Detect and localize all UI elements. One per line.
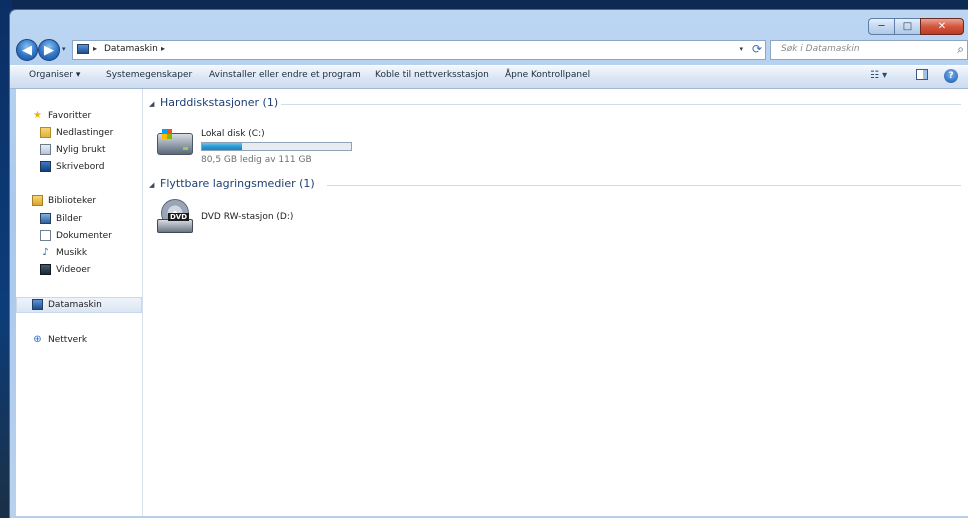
command-bar: Organiser ▾ Systemegenskaper Avinstaller… [10, 65, 968, 89]
explorer-window: ─ □ ✕ ◀ ▶ ▾ ▸ Datamaskin ▸ ▾ ⟳ Søk i Dat… [10, 10, 968, 518]
sidebar-item-label: Dokumenter [56, 231, 112, 241]
sidebar-item-music[interactable]: ♪ Musikk [16, 245, 142, 261]
search-input[interactable]: Søk i Datamaskin ⌕ [770, 40, 968, 60]
documents-icon [40, 230, 51, 241]
group-header-removable[interactable]: Flyttbare lagringsmedier (1) [160, 177, 315, 190]
sidebar-item-favorites[interactable]: ★ Favoritter [16, 108, 142, 124]
libraries-icon [32, 195, 43, 206]
sidebar-item-label: Videoer [56, 265, 91, 275]
computer-icon [32, 299, 43, 310]
file-list-pane: ◢ Harddiskstasjoner (1) Lokal disk (C:) … [143, 89, 968, 518]
sidebar-item-label: Nettverk [48, 335, 88, 345]
navigation-pane: ★ Favoritter Nedlastinger Nylig brukt Sk… [16, 89, 143, 518]
windows-logo-icon [162, 129, 172, 139]
change-view-icon[interactable]: ☷ ▾ [870, 70, 887, 81]
sidebar-item-label: Nylig brukt [56, 145, 106, 155]
sidebar-item-pictures[interactable]: Bilder [16, 211, 142, 227]
sidebar-item-documents[interactable]: Dokumenter [16, 228, 142, 244]
close-button[interactable]: ✕ [920, 18, 964, 35]
star-icon: ★ [33, 110, 42, 121]
sidebar-item-label: Bilder [56, 214, 83, 224]
recent-places-icon [40, 144, 51, 155]
computer-icon [77, 44, 89, 54]
drive-name: DVD RW-stasjon (D:) [201, 212, 294, 222]
address-bar[interactable]: ▸ Datamaskin ▸ ▾ ⟳ [72, 40, 766, 60]
drive-free-space: 80,5 GB ledig av 111 GB [201, 155, 312, 165]
back-button[interactable]: ◀ [16, 39, 38, 61]
sidebar-item-label: Biblioteker [48, 196, 97, 206]
search-placeholder: Søk i Datamaskin [781, 44, 860, 54]
arrow-right-icon: ▶ [44, 42, 54, 58]
sidebar-item-computer[interactable]: Datamaskin [16, 297, 142, 313]
pictures-icon [40, 213, 51, 224]
sidebar-item-label: Nedlastinger [56, 128, 114, 138]
minimize-button[interactable]: ─ [868, 18, 894, 35]
sidebar-item-downloads[interactable]: Nedlastinger [16, 125, 142, 141]
breadcrumb-computer[interactable]: Datamaskin [104, 44, 158, 54]
sidebar-item-network[interactable]: ⊕ Nettverk [16, 332, 142, 348]
preview-pane-icon[interactable] [916, 69, 928, 80]
refresh-icon[interactable]: ⟳ [752, 42, 762, 56]
caption-buttons: ─ □ ✕ [868, 18, 964, 35]
navigation-row: ◀ ▶ ▾ ▸ Datamaskin ▸ ▾ ⟳ Søk i Datamaski… [10, 38, 968, 64]
recent-pages-dropdown[interactable]: ▾ [62, 45, 66, 53]
sidebar-item-label: Musikk [56, 248, 88, 258]
sidebar-item-recent[interactable]: Nylig brukt [16, 142, 142, 158]
sidebar-item-label: Datamaskin [48, 300, 102, 310]
sidebar-item-label: Favoritter [48, 111, 92, 121]
organize-button[interactable]: Organiser ▾ [29, 70, 80, 80]
drive-usage-bar [201, 142, 352, 151]
desktop-icon [40, 161, 51, 172]
videos-icon [40, 264, 51, 275]
map-network-drive-button[interactable]: Koble til nettverksstasjon [375, 70, 489, 80]
drive-led-icon [183, 147, 188, 150]
drive-tray-icon [157, 219, 193, 233]
drive-usage-fill [202, 143, 243, 150]
group-divider [327, 185, 961, 186]
drive-item-d[interactable]: DVD DVD RW-stasjon (D:) [157, 199, 377, 239]
system-properties-button[interactable]: Systemegenskaper [106, 70, 192, 80]
music-note-icon: ♪ [42, 247, 49, 258]
dvd-drive-icon: DVD [157, 199, 193, 235]
drive-item-c[interactable]: Lokal disk (C:) 80,5 GB ledig av 111 GB [157, 127, 377, 169]
sidebar-item-label: Skrivebord [56, 162, 105, 172]
search-icon[interactable]: ⌕ [957, 42, 964, 57]
uninstall-program-button[interactable]: Avinstaller eller endre et program [209, 70, 361, 80]
sidebar-item-libraries[interactable]: Biblioteker [16, 193, 142, 209]
forward-button[interactable]: ▶ [38, 39, 60, 61]
address-dropdown-icon[interactable]: ▾ [739, 45, 743, 53]
collapse-group-icon[interactable]: ◢ [149, 181, 154, 189]
group-header-hard-drives[interactable]: Harddiskstasjoner (1) [160, 96, 278, 109]
sidebar-item-desktop[interactable]: Skrivebord [16, 159, 142, 175]
help-icon[interactable]: ? [944, 69, 958, 83]
drive-name: Lokal disk (C:) [201, 129, 265, 139]
downloads-folder-icon [40, 127, 51, 138]
group-divider [281, 104, 961, 105]
network-globe-icon: ⊕ [33, 334, 42, 345]
breadcrumb-chevron-icon[interactable]: ▸ [161, 44, 165, 53]
open-control-panel-button[interactable]: Åpne Kontrollpanel [505, 70, 590, 80]
dvd-logo-icon: DVD [168, 213, 190, 221]
breadcrumb-chevron-icon[interactable]: ▸ [93, 44, 97, 53]
collapse-group-icon[interactable]: ◢ [149, 100, 154, 108]
maximize-button[interactable]: □ [894, 18, 920, 35]
sidebar-item-videos[interactable]: Videoer [16, 262, 142, 278]
arrow-left-icon: ◀ [22, 42, 32, 58]
hard-drive-icon [157, 129, 193, 155]
